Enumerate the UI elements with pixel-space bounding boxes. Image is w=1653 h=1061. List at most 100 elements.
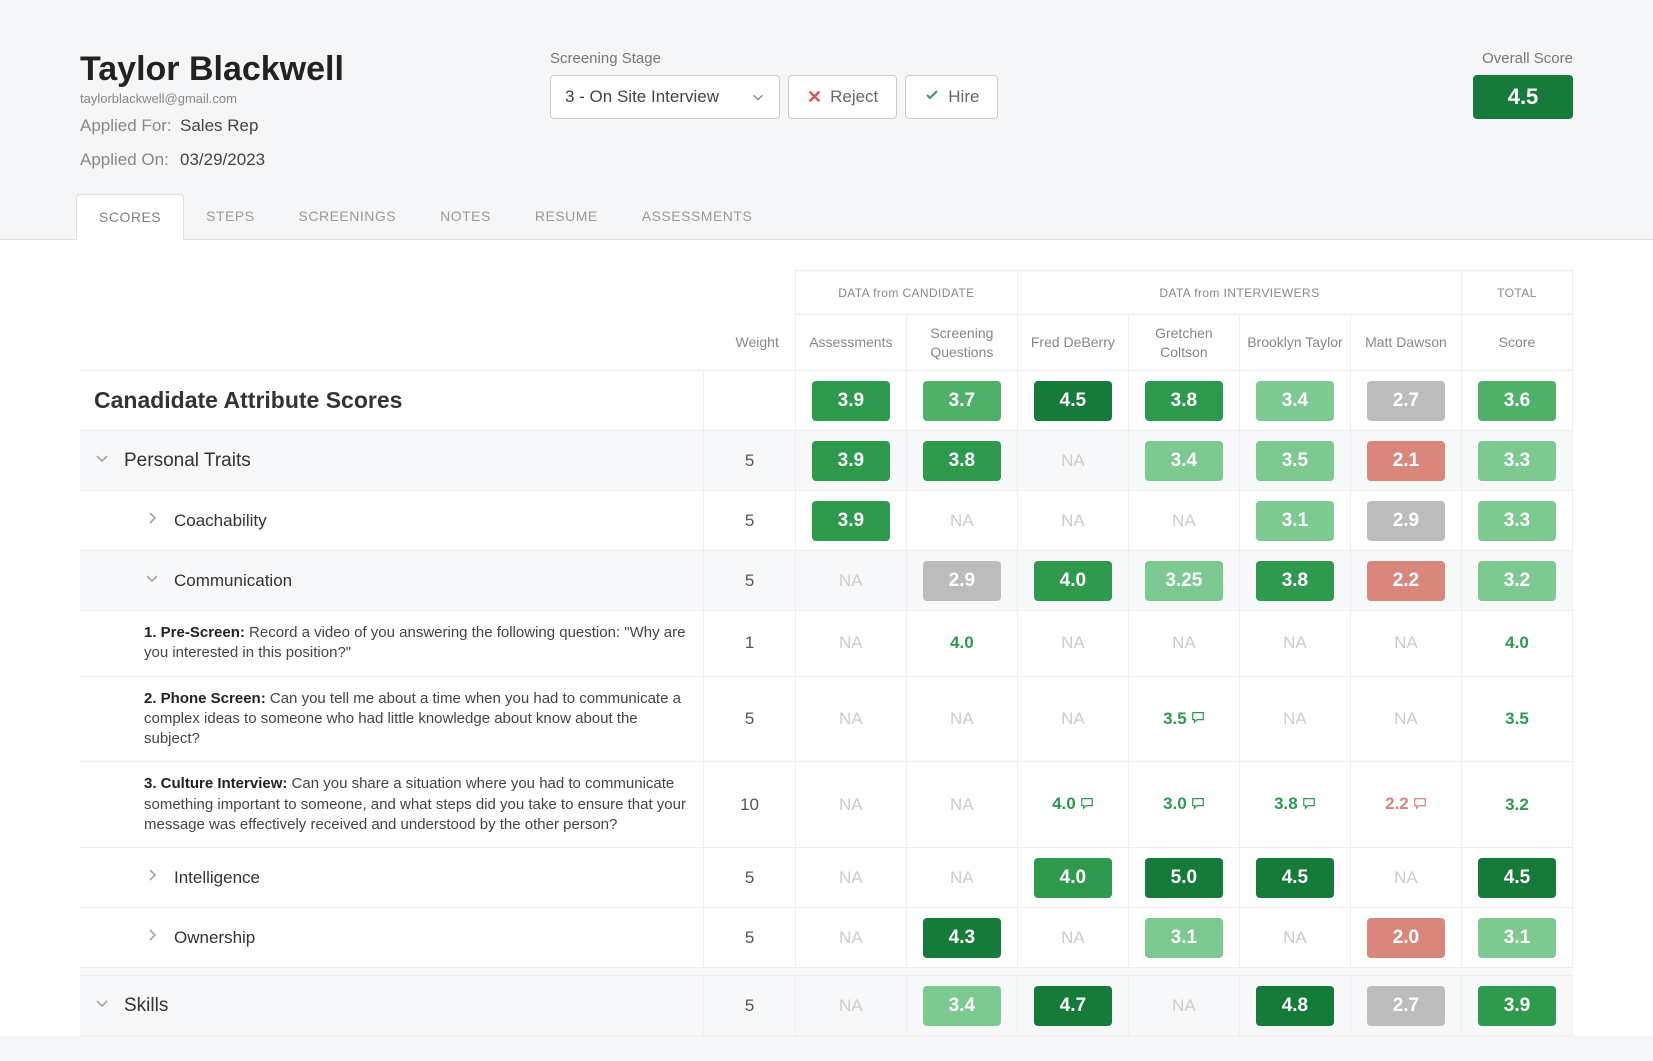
- na-value: NA: [839, 795, 863, 814]
- tab-screenings[interactable]: SCREENINGS: [277, 194, 419, 239]
- score-badge: 3.1: [1256, 501, 1334, 541]
- score-badge: 3.4: [1256, 381, 1334, 421]
- hire-button[interactable]: Hire: [905, 75, 998, 119]
- na-value: NA: [1172, 633, 1196, 652]
- attribute-label: Communication: [174, 571, 292, 591]
- chevron-right-icon: [144, 510, 160, 531]
- score-badge: 3.8: [923, 441, 1001, 481]
- score-text: 4.0: [1052, 794, 1076, 813]
- score-badge: 3.8: [1256, 561, 1334, 601]
- hdr-interviewer-3: Brooklyn Taylor: [1239, 315, 1350, 371]
- na-value: NA: [1172, 996, 1196, 1015]
- na-value: NA: [1283, 928, 1307, 947]
- na-value: NA: [839, 996, 863, 1015]
- na-value: NA: [839, 571, 863, 590]
- applied-on-value: 03/29/2023: [180, 150, 265, 170]
- score-badge: 2.1: [1367, 441, 1445, 481]
- stage-select[interactable]: 3 - On Site Interview: [550, 75, 780, 119]
- na-value: NA: [1394, 633, 1418, 652]
- score-badge: 5.0: [1145, 858, 1223, 898]
- applied-for-value: Sales Rep: [180, 116, 258, 136]
- tab-scores[interactable]: SCORES: [76, 194, 184, 240]
- chevron-down-icon: [751, 90, 765, 104]
- score-badge: 4.5: [1478, 858, 1556, 898]
- score-badge: 3.7: [923, 381, 1001, 421]
- hdr-candidate-group: DATA from CANDIDATE: [795, 271, 1017, 315]
- score-text: 4.0: [1505, 633, 1529, 652]
- score-badge: 4.8: [1256, 986, 1334, 1026]
- score-badge: 3.9: [812, 441, 890, 481]
- tab-steps[interactable]: STEPS: [184, 194, 276, 239]
- close-icon: ✕: [807, 87, 822, 108]
- hdr-weight: Weight: [704, 315, 796, 371]
- na-value: NA: [1283, 709, 1307, 728]
- attribute-label: Ownership: [174, 928, 255, 948]
- chevron-right-icon: [144, 927, 160, 948]
- na-value: NA: [1061, 511, 1085, 530]
- hdr-assessments: Assessments: [795, 315, 906, 371]
- na-value: NA: [1172, 511, 1196, 530]
- score-text: 3.0: [1163, 794, 1187, 813]
- score-badge: 3.3: [1478, 441, 1556, 481]
- row-ownership[interactable]: Ownership5NA4.3NA3.1NA2.03.1: [80, 908, 1573, 968]
- score-text: 3.5: [1505, 709, 1529, 728]
- score-badge: 3.9: [812, 381, 890, 421]
- score-badge: 2.7: [1367, 986, 1445, 1026]
- na-value: NA: [1061, 633, 1085, 652]
- row-personal-traits[interactable]: Personal Traits53.93.8NA3.43.52.13.3: [80, 431, 1573, 491]
- na-value: NA: [1283, 633, 1307, 652]
- score-badge: 3.9: [1478, 986, 1556, 1026]
- candidate-name: Taylor Blackwell: [80, 50, 550, 89]
- hdr-total-group: TOTAL: [1461, 271, 1572, 315]
- na-value: NA: [839, 868, 863, 887]
- hdr-interviewer-1: Fred DeBerry: [1017, 315, 1128, 371]
- score-badge: 3.4: [923, 986, 1001, 1026]
- score-badge: 3.9: [812, 501, 890, 541]
- category-label: Skills: [124, 995, 168, 1017]
- score-text: 4.0: [950, 633, 974, 652]
- row-coachability[interactable]: Coachability53.9NANANA3.12.93.3: [80, 491, 1573, 551]
- score-badge: 3.5: [1256, 441, 1334, 481]
- na-value: NA: [1061, 928, 1085, 947]
- na-value: NA: [1394, 868, 1418, 887]
- chevron-right-icon: [144, 867, 160, 888]
- score-badge: 4.0: [1034, 561, 1112, 601]
- tab-notes[interactable]: NOTES: [418, 194, 513, 239]
- score-badge: 3.4: [1145, 441, 1223, 481]
- row-intelligence[interactable]: Intelligence5NANA4.05.04.5NA4.5: [80, 848, 1573, 908]
- score-badge: 2.7: [1367, 381, 1445, 421]
- reject-button[interactable]: ✕ Reject: [788, 75, 897, 119]
- score-badge: 2.9: [1367, 501, 1445, 541]
- screening-stage-block: Screening Stage 3 - On Site Interview ✕ …: [550, 50, 998, 119]
- tabs: SCORES STEPS SCREENINGS NOTES RESUME ASS…: [0, 194, 1653, 240]
- row-q1-prescreen: 1. Pre-Screen: Record a video of you ans…: [80, 611, 1573, 677]
- score-badge: 3.2: [1478, 561, 1556, 601]
- na-value: NA: [1061, 451, 1085, 470]
- applied-on-label: Applied On:: [80, 150, 180, 170]
- score-badge: 3.8: [1145, 381, 1223, 421]
- tab-assessments[interactable]: ASSESSMENTS: [620, 194, 775, 239]
- scores-table: DATA from CANDIDATE DATA from INTERVIEWE…: [80, 270, 1573, 1036]
- stage-label: Screening Stage: [550, 50, 998, 67]
- score-badge: 4.0: [1034, 858, 1112, 898]
- score-badge: 2.2: [1367, 561, 1445, 601]
- row-skills[interactable]: Skills5NA3.44.7NA4.82.73.9: [80, 976, 1573, 1036]
- spacer-row: [80, 968, 1573, 976]
- category-label: Personal Traits: [124, 450, 251, 472]
- overall-label: Overall Score: [1473, 50, 1573, 67]
- tab-resume[interactable]: RESUME: [513, 194, 620, 239]
- score-badge: 3.3: [1478, 501, 1556, 541]
- attribute-label: Coachability: [174, 511, 267, 531]
- hdr-score: Score: [1461, 315, 1572, 371]
- candidate-info: Taylor Blackwell taylorblackwell@gmail.c…: [80, 50, 550, 170]
- applied-for-label: Applied For:: [80, 116, 180, 136]
- row-main: Canadidate Attribute Scores3.93.74.53.83…: [80, 371, 1573, 431]
- score-text: 3.2: [1505, 795, 1529, 814]
- score-badge: 3.1: [1145, 918, 1223, 958]
- na-value: NA: [950, 795, 974, 814]
- score-badge: 3.25: [1145, 561, 1223, 601]
- attribute-label: Intelligence: [174, 868, 260, 888]
- row-communication[interactable]: Communication5NA2.94.03.253.82.23.2: [80, 551, 1573, 611]
- na-value: NA: [839, 928, 863, 947]
- score-text: 3.8: [1274, 794, 1298, 813]
